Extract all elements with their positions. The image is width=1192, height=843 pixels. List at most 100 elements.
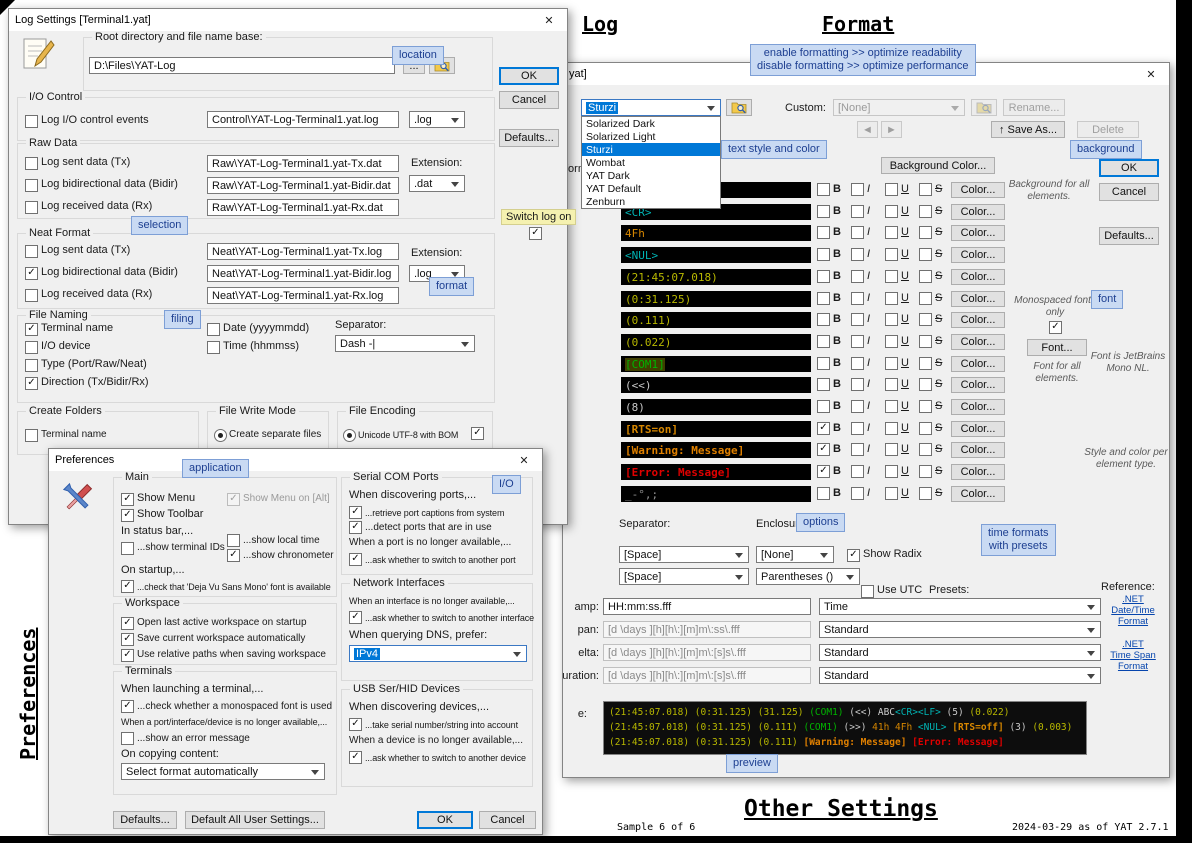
io-path-field[interactable]: Control\YAT-Log-Terminal1.yat.log — [207, 111, 399, 128]
raw-row-checkbox[interactable] — [25, 201, 38, 214]
italic-checkbox[interactable] — [851, 205, 864, 218]
strike-checkbox[interactable] — [919, 400, 932, 413]
raw-row-checkbox[interactable] — [25, 179, 38, 192]
font-button[interactable]: Font... — [1027, 339, 1087, 356]
detect-ports-checkbox[interactable] — [349, 521, 362, 534]
underline-checkbox[interactable] — [885, 335, 898, 348]
ok-button[interactable]: OK — [417, 811, 473, 829]
monospaced-checkbox[interactable] — [1049, 321, 1062, 334]
neat-row-checkbox[interactable] — [25, 245, 38, 258]
ask-switch-port-checkbox[interactable] — [349, 553, 362, 566]
neat-row-path-field[interactable]: Neat\YAT-Log-Terminal1.yat-Rx.log — [207, 287, 399, 304]
bold-checkbox[interactable] — [817, 400, 830, 413]
italic-checkbox[interactable] — [851, 292, 864, 305]
color-button[interactable]: Color... — [951, 486, 1005, 502]
copy-format-select[interactable]: Select format automatically — [121, 763, 325, 780]
delete-button[interactable]: Delete — [1077, 121, 1139, 138]
utf8-bom-radio[interactable] — [343, 429, 356, 442]
time-preset-select[interactable]: Standard — [819, 621, 1101, 638]
italic-checkbox[interactable] — [851, 487, 864, 500]
next-preset-button[interactable]: ► — [881, 121, 902, 138]
strike-checkbox[interactable] — [919, 248, 932, 261]
timespan-format-link[interactable]: .NET Time Span Format — [1097, 639, 1169, 672]
strike-checkbox[interactable] — [919, 335, 932, 348]
raw-extension-select[interactable]: .dat — [409, 175, 465, 192]
bold-checkbox[interactable] — [817, 357, 830, 370]
open-last-workspace-checkbox[interactable] — [121, 617, 134, 630]
neat-row-path-field[interactable]: Neat\YAT-Log-Terminal1.yat-Tx.log — [207, 243, 399, 260]
color-button[interactable]: Color... — [951, 269, 1005, 285]
underline-checkbox[interactable] — [885, 183, 898, 196]
raw-row-path-field[interactable]: Raw\YAT-Log-Terminal1.yat-Rx.dat — [207, 199, 399, 216]
underline-checkbox[interactable] — [885, 487, 898, 500]
italic-checkbox[interactable] — [851, 313, 864, 326]
close-icon[interactable]: ✕ — [512, 452, 536, 469]
bold-checkbox[interactable] — [817, 226, 830, 239]
preset-option[interactable]: Solarized Light — [582, 130, 720, 143]
naming-checkbox[interactable] — [25, 323, 38, 336]
take-serial-number-checkbox[interactable] — [349, 718, 362, 731]
defaults-button[interactable]: Defaults... — [499, 129, 559, 147]
underline-checkbox[interactable] — [885, 378, 898, 391]
check-font-checkbox[interactable] — [121, 580, 134, 593]
strike-checkbox[interactable] — [919, 465, 932, 478]
ok-button[interactable]: OK — [499, 67, 559, 85]
file-name-separator-select[interactable]: Dash -| — [335, 335, 475, 352]
italic-checkbox[interactable] — [851, 248, 864, 261]
italic-checkbox[interactable] — [851, 422, 864, 435]
strike-checkbox[interactable] — [919, 183, 932, 196]
show-error-message-checkbox[interactable] — [121, 732, 134, 745]
show-local-time-checkbox[interactable] — [227, 534, 240, 547]
underline-checkbox[interactable] — [885, 248, 898, 261]
color-button[interactable]: Color... — [951, 312, 1005, 328]
italic-checkbox[interactable] — [851, 400, 864, 413]
cancel-button[interactable]: Cancel — [499, 91, 559, 109]
underline-checkbox[interactable] — [885, 270, 898, 283]
use-utc-checkbox[interactable] — [861, 585, 874, 598]
underline-checkbox[interactable] — [885, 422, 898, 435]
bold-checkbox[interactable] — [817, 465, 830, 478]
relative-paths-checkbox[interactable] — [121, 649, 134, 662]
italic-checkbox[interactable] — [851, 270, 864, 283]
bold-checkbox[interactable] — [817, 248, 830, 261]
strike-checkbox[interactable] — [919, 226, 932, 239]
raw-row-path-field[interactable]: Raw\YAT-Log-Terminal1.yat-Tx.dat — [207, 155, 399, 172]
bold-checkbox[interactable] — [817, 205, 830, 218]
show-menu-alt-checkbox[interactable] — [227, 493, 240, 506]
color-button[interactable]: Color... — [951, 442, 1005, 458]
time-format-field[interactable]: HH:mm:ss.fff — [603, 598, 811, 615]
ask-switch-device-checkbox[interactable] — [349, 751, 362, 764]
underline-checkbox[interactable] — [885, 205, 898, 218]
custom-select[interactable]: [None] — [833, 99, 965, 116]
strike-checkbox[interactable] — [919, 378, 932, 391]
rename-button[interactable]: Rename... — [1003, 99, 1065, 116]
italic-checkbox[interactable] — [851, 335, 864, 348]
strike-checkbox[interactable] — [919, 357, 932, 370]
color-button[interactable]: Color... — [951, 182, 1005, 198]
bold-checkbox[interactable] — [817, 313, 830, 326]
root-path-field[interactable]: D:\Files\YAT-Log — [89, 57, 395, 74]
naming-checkbox[interactable] — [207, 341, 220, 354]
color-button[interactable]: Color... — [951, 247, 1005, 263]
bold-checkbox[interactable] — [817, 270, 830, 283]
color-button[interactable]: Color... — [951, 421, 1005, 437]
preset-option[interactable]: Solarized Dark — [582, 117, 720, 130]
color-button[interactable]: Color... — [951, 464, 1005, 480]
show-menu-checkbox[interactable] — [121, 493, 134, 506]
color-button[interactable]: Color... — [951, 377, 1005, 393]
strike-checkbox[interactable] — [919, 443, 932, 456]
preset-option[interactable]: YAT Dark — [582, 169, 720, 182]
color-button[interactable]: Color... — [951, 204, 1005, 220]
raw-row-path-field[interactable]: Raw\YAT-Log-Terminal1.yat-Bidir.dat — [207, 177, 399, 194]
log-io-events-checkbox[interactable] — [25, 115, 38, 128]
info-separator-select[interactable]: [Space] — [619, 568, 749, 585]
show-chronometer-checkbox[interactable] — [227, 549, 240, 562]
naming-checkbox[interactable] — [25, 341, 38, 354]
custom-browse-button[interactable] — [971, 99, 997, 116]
naming-checkbox[interactable] — [207, 323, 220, 336]
naming-checkbox[interactable] — [25, 359, 38, 372]
color-button[interactable]: Color... — [951, 225, 1005, 241]
save-workspace-checkbox[interactable] — [121, 633, 134, 646]
content-separator-select[interactable]: [Space] — [619, 546, 749, 563]
strike-checkbox[interactable] — [919, 205, 932, 218]
